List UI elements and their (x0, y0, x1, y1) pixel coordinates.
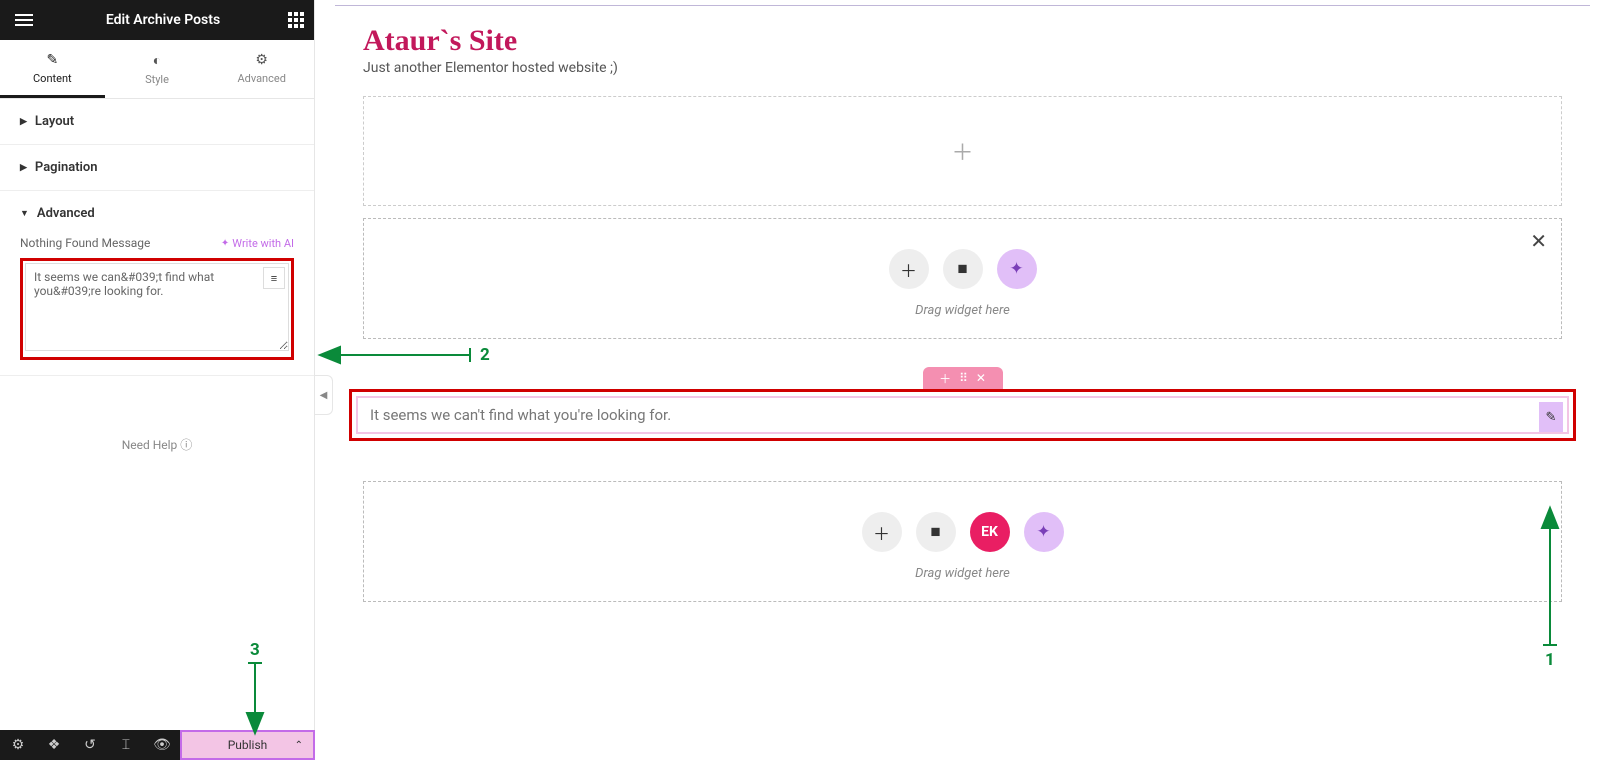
action-row-2: ＋ ■ EK ✦ (384, 512, 1541, 552)
caret-down-icon: ▼ (20, 208, 29, 219)
close-icon[interactable]: ✕ (1530, 229, 1547, 253)
pencil-icon: ✎ (0, 52, 105, 68)
site-header: Ataur`s Site Just another Elementor host… (335, 6, 1590, 84)
need-help-link[interactable]: Need Help (0, 376, 314, 473)
panel-tabs: ✎ Content ◐ Style ⚙ Advanced (0, 40, 314, 99)
settings-icon[interactable]: ⚙ (0, 730, 36, 760)
section-layout-header[interactable]: ▶ Layout (0, 99, 314, 144)
section-layout: ▶ Layout (0, 99, 314, 145)
history-icon[interactable]: ↺ (72, 730, 108, 760)
archive-posts-widget[interactable]: It seems we can't find what you're looki… (356, 396, 1569, 434)
navigator-icon[interactable]: ❖ (36, 730, 72, 760)
section-advanced-header[interactable]: ▼ Advanced (0, 191, 314, 236)
section-layout-label: Layout (35, 114, 74, 129)
section-pagination-label: Pagination (35, 160, 98, 175)
gear-icon: ⚙ (209, 52, 314, 68)
editor-panel: Edit Archive Posts ✎ Content ◐ Style ⚙ A… (0, 0, 315, 730)
responsive-icon[interactable]: ⌶ (108, 730, 144, 760)
preview-canvas: Ataur`s Site Just another Elementor host… (335, 5, 1590, 760)
publish-label: Publish (228, 738, 268, 752)
site-title: Ataur`s Site (363, 24, 1562, 58)
menu-icon[interactable] (10, 9, 38, 31)
plus-icon[interactable]: ＋ (951, 135, 973, 167)
widget-message: It seems we can't find what you're looki… (370, 406, 671, 424)
widgets-grid-icon[interactable] (288, 12, 304, 28)
nothing-found-label: Nothing Found Message (20, 236, 150, 250)
contrast-icon: ◐ (105, 52, 210, 69)
nothing-found-textarea[interactable] (25, 263, 289, 351)
add-widget-button[interactable]: ＋ (889, 249, 929, 289)
add-widget-button-2[interactable]: ＋ (862, 512, 902, 552)
container-2[interactable]: ＋ ■ EK ✦ Drag widget here (363, 481, 1562, 602)
panel-body: ▶ Layout ▶ Pagination ▼ Advanced Nothing… (0, 99, 314, 730)
tab-style-label: Style (145, 73, 169, 86)
chevron-up-icon: ⌃ (295, 740, 303, 751)
panel-footer: ⚙ ❖ ↺ ⌶ 👁 Publish ⌃ (0, 730, 315, 760)
tab-content-label: Content (33, 72, 72, 85)
preview-icon[interactable]: 👁 (144, 730, 180, 760)
tab-style[interactable]: ◐ Style (105, 40, 210, 98)
container-1[interactable]: ✕ ＋ ■ ✦ Drag widget here (363, 218, 1562, 339)
textarea-highlight: ≡ (20, 258, 294, 360)
site-tagline: Just another Elementor hosted website ;) (363, 60, 1562, 76)
panel-title: Edit Archive Posts (106, 12, 220, 28)
field-row: Nothing Found Message Write with AI (20, 236, 294, 250)
section-advanced: ▼ Advanced Nothing Found Message Write w… (0, 191, 314, 376)
dynamic-tags-icon[interactable]: ≡ (263, 267, 285, 289)
ai-sparkle-icon-2[interactable]: ✦ (1024, 512, 1064, 552)
handle-drag-icon[interactable]: ⠿ (959, 371, 968, 385)
ai-sparkle-icon[interactable]: ✦ (997, 249, 1037, 289)
caret-right-icon: ▶ (20, 163, 27, 173)
section-pagination-header[interactable]: ▶ Pagination (0, 145, 314, 190)
drag-hint-2: Drag widget here (384, 566, 1541, 581)
section-advanced-content: Nothing Found Message Write with AI ≡ (0, 236, 314, 375)
tab-content[interactable]: ✎ Content (0, 40, 105, 98)
folder-icon[interactable]: ■ (943, 249, 983, 289)
handle-plus-icon[interactable]: ＋ (939, 370, 951, 387)
caret-right-icon: ▶ (20, 117, 27, 127)
collapse-panel-handle[interactable]: ◀ (315, 375, 333, 415)
write-with-ai-link[interactable]: Write with AI (221, 237, 294, 250)
edit-widget-icon[interactable]: ✎ (1539, 402, 1563, 432)
empty-section[interactable]: ＋ (363, 96, 1562, 206)
section-advanced-label: Advanced (37, 206, 95, 221)
tab-advanced-label: Advanced (237, 72, 285, 85)
widget-highlight: It seems we can't find what you're looki… (349, 389, 1576, 441)
action-row: ＋ ■ ✦ (384, 249, 1541, 289)
section-pagination: ▶ Pagination (0, 145, 314, 191)
handle-close-icon[interactable]: ✕ (976, 371, 986, 385)
folder-icon-2[interactable]: ■ (916, 512, 956, 552)
tab-advanced[interactable]: ⚙ Advanced (209, 40, 314, 98)
drag-hint-1: Drag widget here (384, 303, 1541, 318)
section-handle[interactable]: ＋ ⠿ ✕ (923, 367, 1003, 389)
panel-header: Edit Archive Posts (0, 0, 314, 40)
publish-button[interactable]: Publish ⌃ (180, 730, 315, 760)
ek-button[interactable]: EK (970, 512, 1010, 552)
